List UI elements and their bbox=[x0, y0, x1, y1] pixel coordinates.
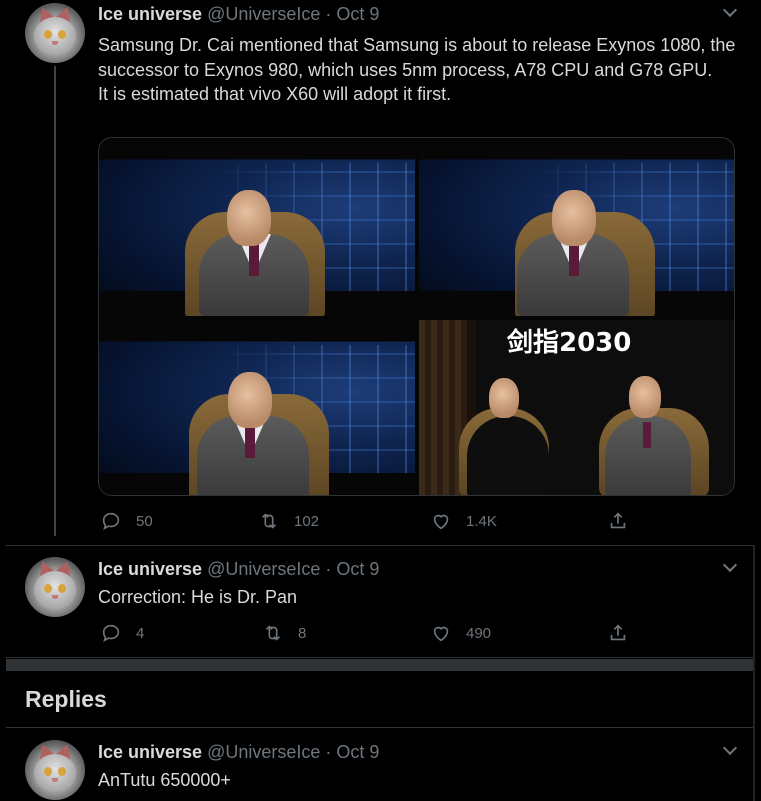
retweet-button[interactable]: 8 bbox=[262, 622, 306, 644]
retweet-count: 8 bbox=[298, 624, 307, 642]
media-image-3[interactable] bbox=[99, 320, 415, 495]
reply-icon bbox=[100, 622, 122, 644]
separator-dot: · bbox=[325, 559, 332, 579]
chevron-down-icon[interactable] bbox=[722, 740, 738, 756]
tweet-text: AnTutu 650000+ bbox=[98, 770, 231, 790]
tweet-correction[interactable]: Ice universe @UniverseIce · Oct 9 Correc… bbox=[0, 545, 761, 657]
tweet-date[interactable]: Oct 9 bbox=[336, 4, 379, 24]
retweet-icon bbox=[262, 622, 284, 644]
retweet-count: 102 bbox=[294, 512, 320, 530]
share-button[interactable] bbox=[607, 510, 629, 532]
tweet-main[interactable]: Ice universe @UniverseIce · Oct 9 Samsun… bbox=[0, 0, 761, 545]
share-icon bbox=[607, 622, 629, 644]
reply-count: 50 bbox=[136, 512, 153, 530]
separator-dot: · bbox=[325, 4, 332, 24]
author-name[interactable]: Ice universe bbox=[98, 559, 202, 579]
reply-button[interactable]: 50 bbox=[100, 510, 153, 532]
media-image-2[interactable] bbox=[419, 138, 734, 316]
tweet-header: Ice universe @UniverseIce · Oct 9 bbox=[98, 742, 379, 763]
separator-dot: · bbox=[325, 742, 332, 762]
author-handle[interactable]: @UniverseIce bbox=[207, 559, 320, 579]
reply-button[interactable]: 4 bbox=[100, 622, 144, 644]
tweet-text: Samsung Dr. Cai mentioned that Samsung i… bbox=[98, 35, 736, 104]
tweet-text: Correction: He is Dr. Pan bbox=[98, 587, 298, 607]
like-count: 490 bbox=[466, 624, 492, 642]
like-count: 1.4K bbox=[466, 512, 497, 530]
section-separator bbox=[6, 659, 754, 671]
share-button[interactable] bbox=[607, 622, 629, 644]
avatar[interactable] bbox=[25, 3, 85, 63]
tweet-reply[interactable]: Ice universe @UniverseIce · Oct 9 AnTutu… bbox=[0, 728, 761, 801]
tweet-media-grid[interactable]: 剑指2030 bbox=[98, 137, 735, 496]
avatar[interactable] bbox=[25, 557, 85, 617]
tweet-date[interactable]: Oct 9 bbox=[336, 742, 379, 762]
media-image-1[interactable] bbox=[99, 138, 415, 316]
retweet-button[interactable]: 102 bbox=[258, 510, 319, 532]
tweet-date[interactable]: Oct 9 bbox=[336, 559, 379, 579]
heart-icon bbox=[430, 622, 452, 644]
reply-count: 4 bbox=[136, 624, 145, 642]
thread-line bbox=[54, 66, 56, 536]
tweet-header: Ice universe @UniverseIce · Oct 9 bbox=[98, 559, 379, 580]
author-name[interactable]: Ice universe bbox=[98, 4, 202, 24]
chevron-down-icon[interactable] bbox=[722, 2, 738, 18]
tweet-actions: 50 102 1.4K bbox=[98, 510, 638, 534]
heart-icon bbox=[430, 510, 452, 532]
media-overlay-text: 剑指2030 bbox=[507, 328, 632, 358]
tweet-header: Ice universe @UniverseIce · Oct 9 bbox=[98, 4, 379, 25]
media-image-4[interactable]: 剑指2030 bbox=[419, 320, 734, 495]
share-icon bbox=[607, 510, 629, 532]
tweet-actions: 4 8 490 bbox=[98, 622, 638, 646]
author-name[interactable]: Ice universe bbox=[98, 742, 202, 762]
retweet-icon bbox=[258, 510, 280, 532]
like-button[interactable]: 490 bbox=[430, 622, 491, 644]
chevron-down-icon[interactable] bbox=[722, 557, 738, 573]
replies-heading: Replies bbox=[25, 686, 107, 712]
author-handle[interactable]: @UniverseIce bbox=[207, 4, 320, 24]
like-button[interactable]: 1.4K bbox=[430, 510, 497, 532]
divider bbox=[6, 657, 754, 658]
author-handle[interactable]: @UniverseIce bbox=[207, 742, 320, 762]
avatar[interactable] bbox=[25, 740, 85, 800]
scroll-edge bbox=[753, 545, 755, 801]
reply-icon bbox=[100, 510, 122, 532]
